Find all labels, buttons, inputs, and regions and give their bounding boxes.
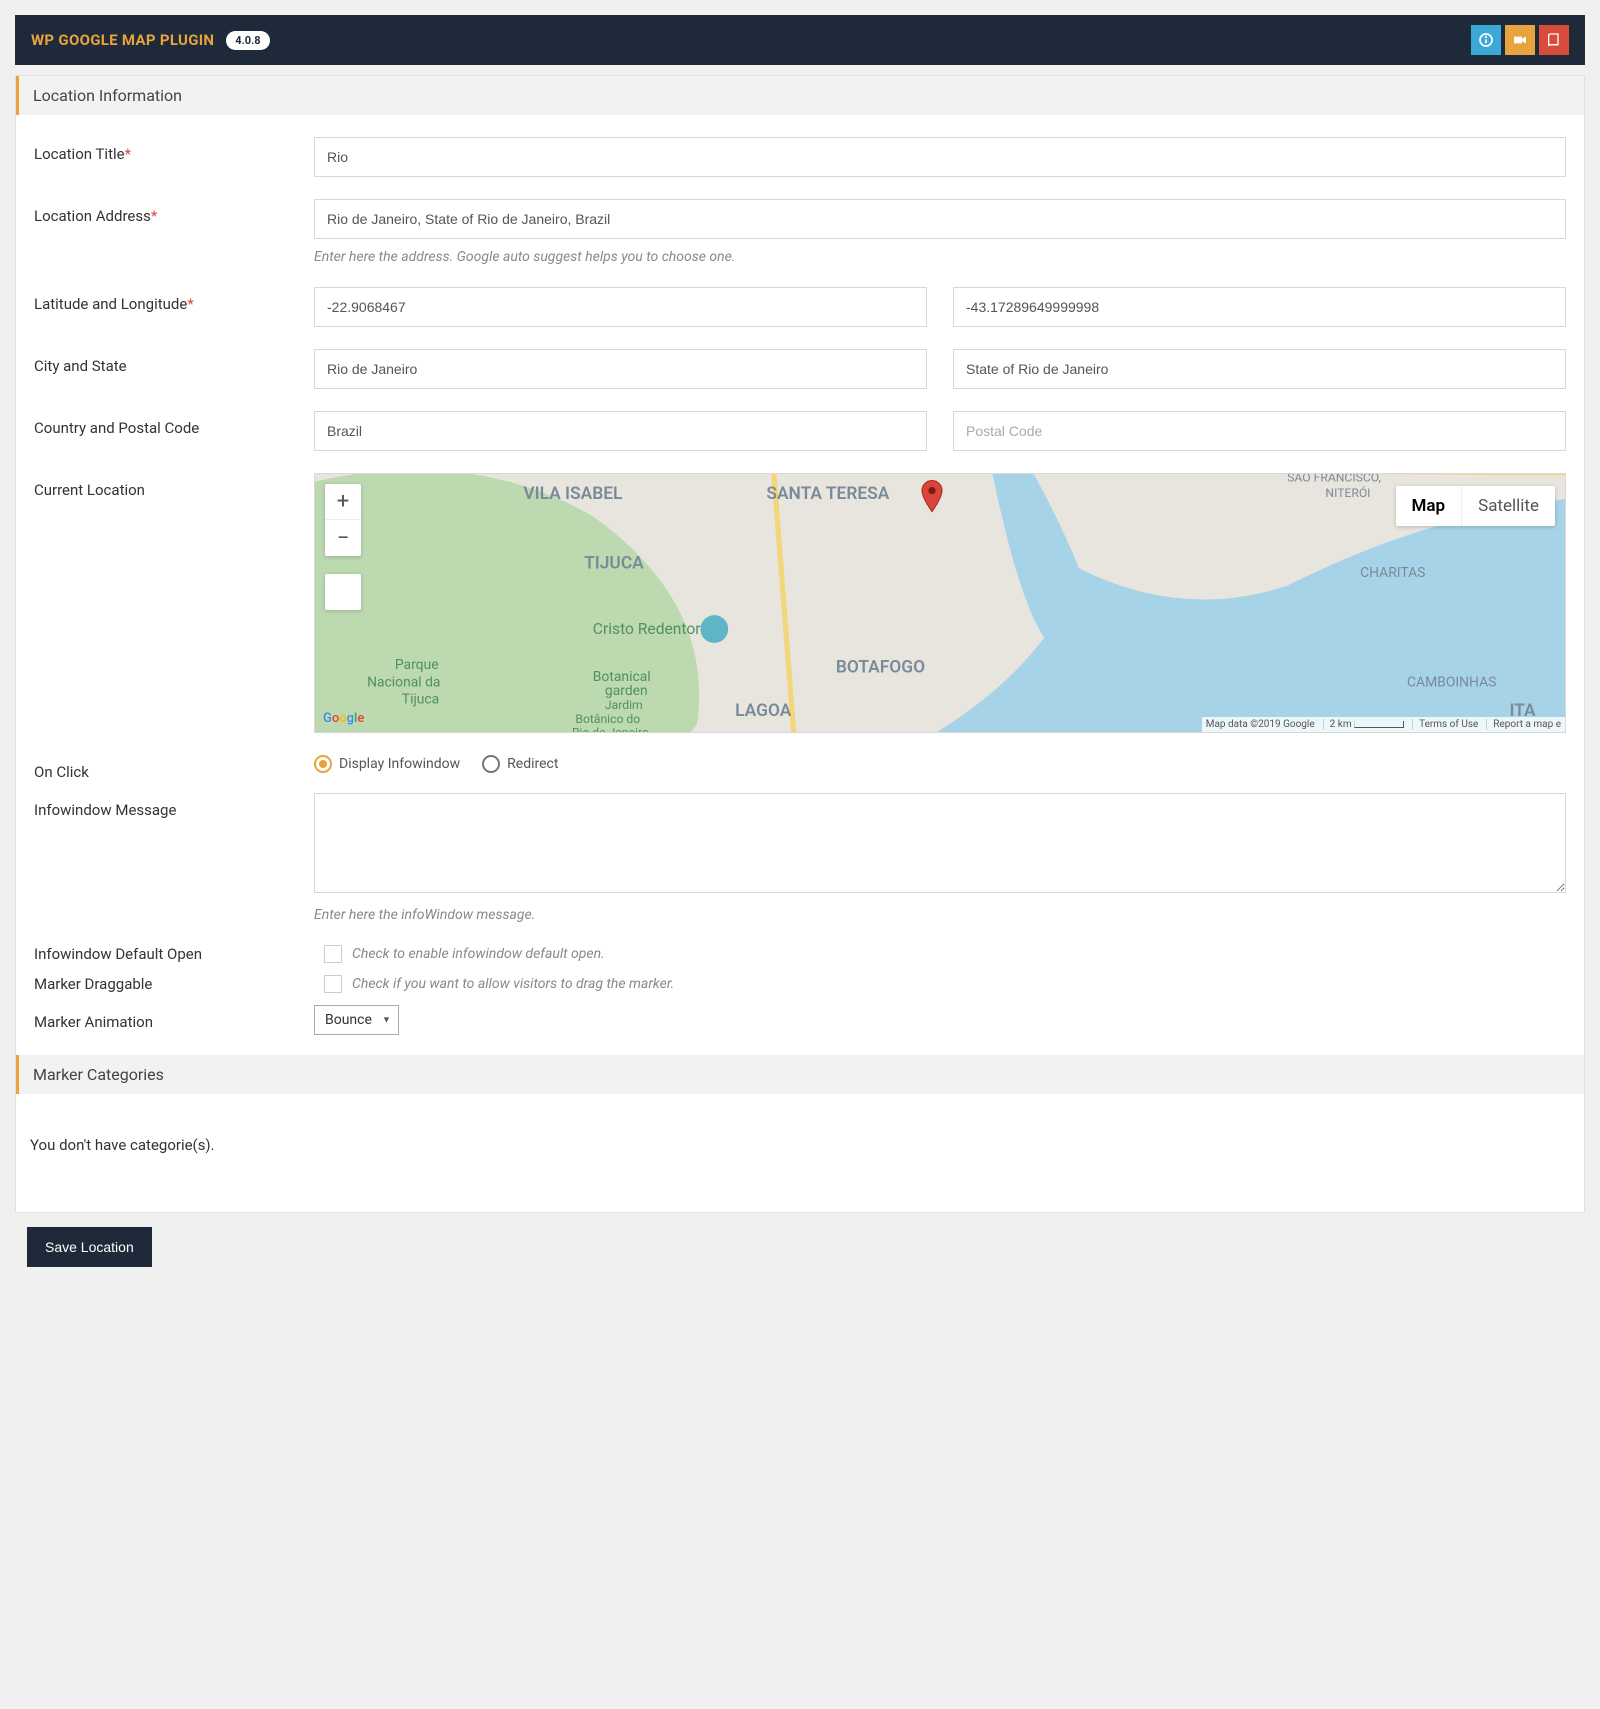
infowindow-message-input[interactable] bbox=[314, 793, 1566, 893]
latitude-input[interactable] bbox=[314, 287, 927, 327]
label-current-location: Current Location bbox=[34, 473, 314, 733]
zoom-out-button[interactable]: − bbox=[325, 520, 361, 556]
location-info-panel: Location Information Location Title* Loc… bbox=[15, 75, 1585, 1213]
svg-text:Parque: Parque bbox=[395, 657, 439, 673]
svg-text:Rio de Janeiro: Rio de Janeiro bbox=[572, 726, 649, 732]
label-country-postal: Country and Postal Code bbox=[34, 411, 314, 451]
zoom-control: + − bbox=[325, 484, 361, 556]
google-logo: Google bbox=[323, 711, 364, 726]
svg-text:Jardim: Jardim bbox=[605, 698, 643, 712]
svg-text:Tijuca: Tijuca bbox=[402, 692, 439, 708]
label-infowindow-msg: Infowindow Message bbox=[34, 793, 314, 923]
svg-text:SANTA TERESA: SANTA TERESA bbox=[766, 484, 889, 504]
attr-scale: 2 km bbox=[1323, 719, 1404, 730]
location-title-input[interactable] bbox=[314, 137, 1566, 177]
map-type-toggle: Map Satellite bbox=[1396, 486, 1555, 526]
svg-text:VILA ISABEL: VILA ISABEL bbox=[523, 484, 623, 504]
helper-infowindow: Enter here the infoWindow message. bbox=[314, 907, 1566, 923]
location-address-input[interactable] bbox=[314, 199, 1566, 239]
svg-text:CHARITAS: CHARITAS bbox=[1360, 565, 1425, 581]
marker-draggable-checkbox[interactable] bbox=[324, 975, 342, 993]
state-input[interactable] bbox=[953, 349, 1566, 389]
attr-mapdata: Map data ©2019 Google bbox=[1206, 719, 1315, 730]
country-input[interactable] bbox=[314, 411, 927, 451]
svg-text:Cristo Redentor: Cristo Redentor bbox=[593, 620, 701, 638]
attr-terms[interactable]: Terms of Use bbox=[1412, 719, 1478, 730]
label-latlng: Latitude and Longitude* bbox=[34, 287, 314, 327]
svg-text:NITERÓI: NITERÓI bbox=[1325, 485, 1370, 500]
label-infowindow-default: Infowindow Default Open bbox=[34, 945, 314, 963]
svg-text:garden: garden bbox=[605, 683, 648, 699]
radio-display-infowindow[interactable]: Display Infowindow bbox=[314, 755, 460, 773]
svg-text:TIJUCA: TIJUCA bbox=[584, 553, 644, 573]
radio-redirect[interactable]: Redirect bbox=[482, 755, 558, 773]
no-categories-text: You don't have categorie(s). bbox=[16, 1116, 1584, 1194]
zoom-in-button[interactable]: + bbox=[325, 484, 361, 520]
svg-text:Nacional da: Nacional da bbox=[367, 674, 440, 690]
map-widget[interactable]: MÉIER City park Quinta da Boa Vista Rio … bbox=[314, 473, 1566, 733]
infowindow-default-checkbox[interactable] bbox=[324, 945, 342, 963]
marker-animation-select[interactable]: Bounce bbox=[314, 1005, 399, 1035]
label-marker-draggable: Marker Draggable bbox=[34, 975, 314, 993]
svg-text:SÃO FRANCISCO,: SÃO FRANCISCO, bbox=[1287, 474, 1381, 484]
helper-default-open: Check to enable infowindow default open. bbox=[352, 946, 605, 962]
map-attribution: Map data ©2019 Google 2 km Terms of Use … bbox=[1202, 717, 1565, 732]
map-type-map[interactable]: Map bbox=[1396, 486, 1463, 526]
longitude-input[interactable] bbox=[953, 287, 1566, 327]
info-icon[interactable] bbox=[1471, 25, 1501, 55]
label-on-click: On Click bbox=[34, 755, 314, 781]
helper-draggable: Check if you want to allow visitors to d… bbox=[352, 976, 674, 992]
label-location-title: Location Title* bbox=[34, 137, 314, 177]
section-marker-categories: Marker Categories bbox=[16, 1055, 1584, 1094]
attr-report[interactable]: Report a map e bbox=[1486, 719, 1561, 730]
svg-text:BOTAFOGO: BOTAFOGO bbox=[836, 657, 925, 677]
label-location-address: Location Address* bbox=[34, 199, 314, 265]
version-badge: 4.0.8 bbox=[226, 31, 269, 50]
header-bar: WP GOOGLE MAP PLUGIN 4.0.8 bbox=[15, 15, 1585, 65]
helper-address: Enter here the address. Google auto sugg… bbox=[314, 249, 1566, 265]
svg-text:Botânico do: Botânico do bbox=[575, 712, 640, 726]
video-icon[interactable] bbox=[1505, 25, 1535, 55]
book-icon[interactable] bbox=[1539, 25, 1569, 55]
postal-input[interactable] bbox=[953, 411, 1566, 451]
map-marker-icon[interactable] bbox=[921, 480, 943, 518]
city-input[interactable] bbox=[314, 349, 927, 389]
fullscreen-button[interactable] bbox=[325, 574, 361, 610]
section-location-info: Location Information bbox=[16, 76, 1584, 115]
save-location-button[interactable]: Save Location bbox=[27, 1227, 152, 1267]
plugin-title: WP GOOGLE MAP PLUGIN bbox=[31, 31, 214, 49]
map-type-satellite[interactable]: Satellite bbox=[1462, 486, 1555, 526]
label-marker-animation: Marker Animation bbox=[34, 1005, 314, 1035]
svg-text:LAGOA: LAGOA bbox=[735, 701, 792, 721]
svg-text:CAMBOINHAS: CAMBOINHAS bbox=[1407, 674, 1496, 690]
label-city-state: City and State bbox=[34, 349, 314, 389]
